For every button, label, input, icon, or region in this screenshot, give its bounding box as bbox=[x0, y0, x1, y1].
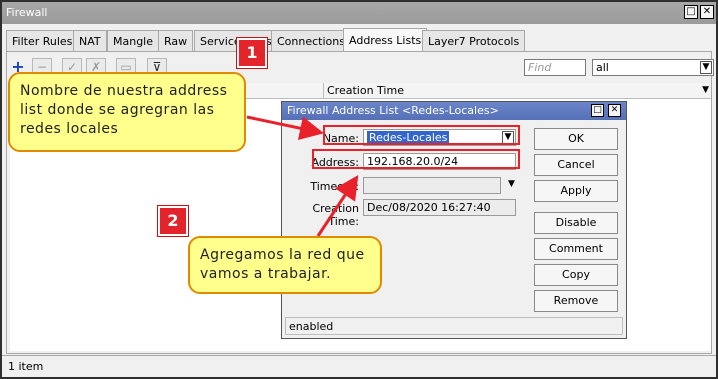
callout-address-explanation: Agregamos la red que vamos a trabajar. bbox=[188, 236, 382, 294]
arrow-to-address-field bbox=[316, 174, 359, 237]
callout-name-explanation: Nombre de nuestra address list donde se … bbox=[8, 72, 246, 152]
step-2-badge: 2 bbox=[158, 206, 188, 236]
annotation-arrows bbox=[246, 115, 359, 237]
step-1-badge: 1 bbox=[237, 38, 267, 68]
arrow-to-name-field bbox=[246, 115, 324, 141]
